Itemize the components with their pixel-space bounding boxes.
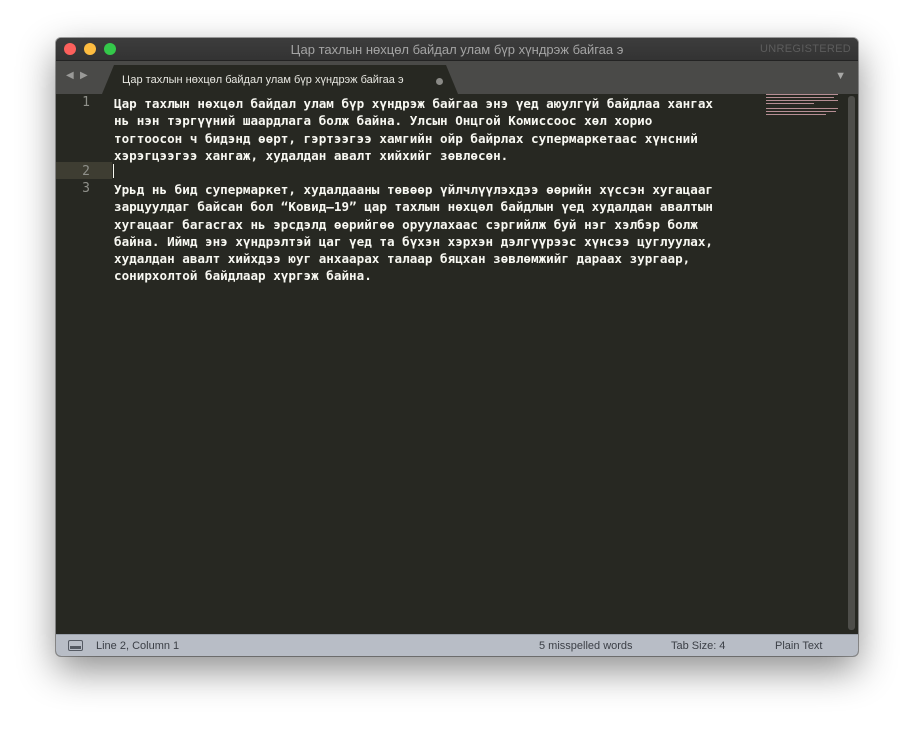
back-arrow-icon[interactable]: ◀ — [66, 70, 74, 81]
forward-arrow-icon[interactable]: ▶ — [80, 70, 88, 81]
unsaved-dot-icon[interactable] — [436, 78, 443, 85]
syntax-selector[interactable]: Plain Text — [775, 640, 823, 652]
title-bar: Цар тахлын нөхцөл байдал улам бүр хүндрэ… — [56, 38, 858, 61]
status-bar: Line 2, Column 1 5 misspelled words Tab … — [56, 634, 858, 656]
text-cursor — [113, 164, 114, 178]
line-number: 2 — [82, 164, 90, 179]
line-number-gutter: 1 2 3 — [56, 94, 108, 634]
paragraph-line-3[interactable]: Урьд нь бид супермаркет, худалдааны төвө… — [114, 181, 754, 285]
cursor-position: Line 2, Column 1 — [96, 640, 180, 652]
editor-window: Цар тахлын нөхцөл байдал улам бүр хүндрэ… — [56, 38, 858, 656]
minimap[interactable] — [766, 94, 840, 118]
line-number: 1 — [82, 95, 90, 110]
line-number: 3 — [82, 181, 90, 196]
paragraph-line-1[interactable]: Цар тахлын нөхцөл байдал улам бүр хүндрэ… — [114, 95, 754, 164]
window-title: Цар тахлын нөхцөл байдал улам бүр хүндрэ… — [290, 42, 624, 57]
tab-label: Цар тахлын нөхцөл байдал улам бүр хүндрэ… — [122, 74, 404, 86]
unregistered-label: UNREGISTERED — [760, 43, 851, 55]
tab-menu-chevron-icon[interactable]: ▼ — [835, 70, 846, 82]
tab-bar: ◀ ▶ Цар тахлын нөхцөл байдал улам бүр хү… — [56, 61, 858, 94]
text-editor[interactable]: 1 2 3 Цар тахлын нөхцөл байдал улам бүр … — [56, 94, 858, 634]
tab-document[interactable]: Цар тахлын нөхцөл байдал улам бүр хүндрэ… — [102, 65, 458, 94]
spellcheck-status[interactable]: 5 misspelled words — [539, 640, 633, 652]
panel-toggle-icon[interactable] — [68, 640, 83, 651]
tab-size-selector[interactable]: Tab Size: 4 — [671, 640, 725, 652]
vertical-scrollbar[interactable] — [848, 96, 855, 630]
